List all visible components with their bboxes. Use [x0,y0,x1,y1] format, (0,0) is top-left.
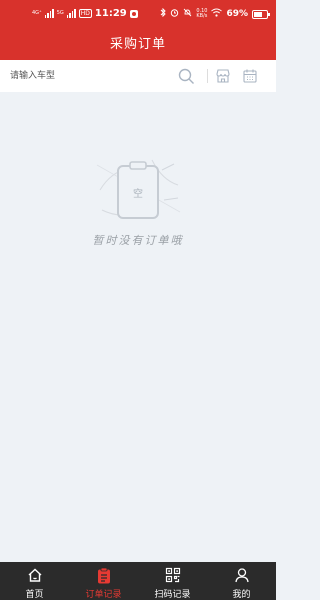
speed-unit: KB/s [196,13,208,19]
network-speed: 0.10 KB/s [196,9,207,19]
signal-icon-2 [66,9,76,18]
search-divider [207,69,208,83]
calendar-button[interactable] [240,66,260,86]
hd-badge: HD [78,9,92,18]
calendar-icon [243,69,257,83]
bluetooth-icon [160,7,167,20]
status-left: 4G⁺ 5G HD 11:29 [32,8,138,19]
battery-icon [252,9,270,19]
tab-home[interactable]: 首页 [0,562,69,600]
status-time: 11:29 [94,8,127,19]
alarm-icon [170,8,179,20]
store-icon [216,69,230,83]
notification-app-icon [129,9,138,18]
network-type-2: 5G [56,10,64,16]
tab-order-record[interactable]: 订单记录 [69,562,138,600]
tab-scan-record[interactable]: 扫码记录 [138,562,207,600]
empty-state: 空 暂时没有订单哦 [0,150,276,260]
signal-icon [44,9,54,18]
search-button[interactable] [176,66,196,86]
order-record-icon [96,566,112,584]
tab-scan-record-label: 扫码记录 [154,590,191,600]
bottom-tab-bar: 首页 订单记录 扫码记录 我的 [0,562,276,600]
home-icon [27,566,43,584]
profile-icon [234,566,250,584]
empty-state-text: 暂时没有订单哦 [92,234,184,247]
mute-icon [183,8,192,20]
store-button[interactable] [213,66,233,86]
search-bar [0,60,276,92]
tab-home-label: 首页 [25,590,44,600]
qr-code-icon [165,566,181,584]
tab-order-record-label: 订单记录 [85,590,122,600]
search-input[interactable] [10,67,160,85]
network-type-1: 4G⁺ [32,10,42,16]
empty-clipboard-icon: 空 [92,150,184,234]
page-title: 采购订单 [109,37,166,52]
wifi-icon [211,8,223,20]
empty-clipboard-char: 空 [133,187,143,200]
app-header: 4G⁺ 5G HD 11:29 0.10 KB/s 69% 采购订单 [0,0,276,60]
status-right: 0.10 KB/s 69% [160,7,270,20]
tab-profile[interactable]: 我的 [207,562,276,600]
status-bar: 4G⁺ 5G HD 11:29 0.10 KB/s 69% [0,6,276,26]
search-icon [178,68,194,84]
tab-profile-label: 我的 [232,590,251,600]
battery-percent: 69% [226,9,248,19]
